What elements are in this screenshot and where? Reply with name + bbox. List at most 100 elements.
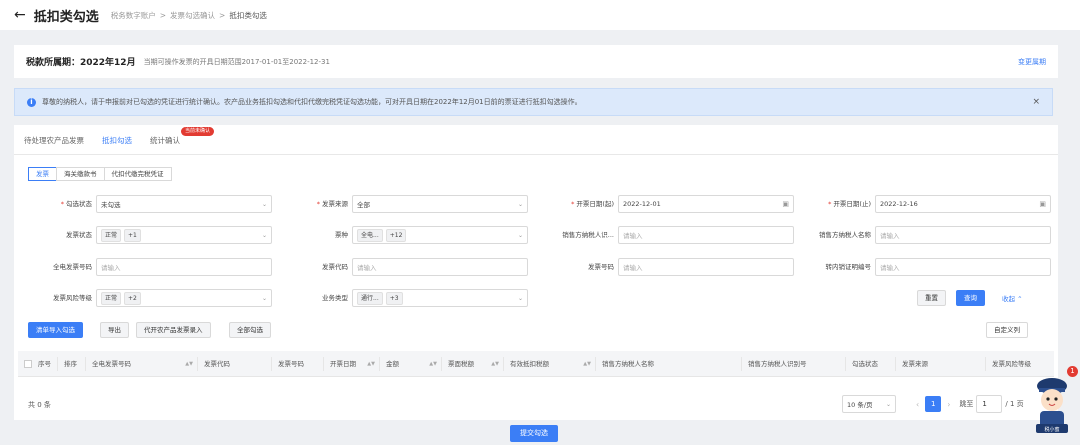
col-header[interactable]: 全电发票号码 ▲▼ <box>86 356 198 371</box>
invoice-source-value: 全部 <box>357 201 370 209</box>
unconfirmed-badge: 当前未确认 <box>181 127 215 136</box>
ticket-type-label: 票种 <box>335 231 348 239</box>
notification-badge: 1 <box>1067 366 1078 377</box>
chevron-down-icon: ⌄ <box>517 294 523 302</box>
chevron-down-icon: ⌄ <box>885 400 891 408</box>
breadcrumb-current: 抵扣类勾选 <box>229 10 267 20</box>
col-header[interactable]: 有效抵扣税额 ▲▼ <box>504 356 596 371</box>
business-type-label: 业务类型 <box>322 294 348 302</box>
change-period-link[interactable]: 变更属期 <box>1018 57 1046 67</box>
more-tag: +1 <box>124 228 141 242</box>
sort-icon: ▲▼ <box>429 360 437 367</box>
invoice-status-select[interactable]: 正常 +1 ⌄ <box>96 226 272 244</box>
col-header: 发票风险等级 <box>992 359 1031 368</box>
chevron-down-icon: ⌄ <box>261 294 267 302</box>
page-number[interactable]: 1 <box>925 396 942 412</box>
subtab-invoice[interactable]: 发票 <box>28 167 57 181</box>
check-status-label: * 勾选状态 <box>60 200 92 208</box>
tab-stat-confirm[interactable]: 统计确认 当前未确认 <box>150 127 215 155</box>
pagination: 10 条/页 ⌄ ‹ 1 › 跳至 1 / 1 页 <box>842 395 1027 413</box>
agri-invoice-entry-button[interactable]: 代开农产品发票录入 <box>136 322 211 338</box>
seller-tax-id-label: 销售方纳税人识... <box>562 231 614 239</box>
calendar-icon: ▣ <box>782 200 789 208</box>
reset-button[interactable]: 重置 <box>917 290 946 306</box>
select-all-checkbox[interactable] <box>18 357 32 371</box>
next-page-icon[interactable]: › <box>947 400 950 409</box>
filter-row: 全电发票号码 请输入 发票代码 请输入 发票号码 请输入 转内销证明编号 请输入 <box>14 258 1058 276</box>
export-button[interactable]: 导出 <box>100 322 129 338</box>
tax-period-range: 当期可操作发票的开具日期范围2017-01-01至2022-12-31 <box>143 57 330 66</box>
col-header: 销售方纳税人识别号 <box>742 356 846 371</box>
back-arrow-icon[interactable]: ← <box>14 7 26 23</box>
chevron-up-icon: ⌃ <box>1017 295 1023 303</box>
goto-page-input[interactable]: 1 <box>976 395 1003 413</box>
business-type-select[interactable]: 通行... +3 ⌄ <box>352 289 528 307</box>
assistant-mascot-icon[interactable]: 税小蜜 <box>1030 372 1074 436</box>
sort-icon: ▲▼ <box>583 360 591 367</box>
col-header: 发票号码 <box>272 356 324 371</box>
seller-name-input[interactable]: 请输入 <box>875 226 1051 244</box>
date-start-label: * 开票日期(起) <box>571 200 614 208</box>
tab-pending-agri[interactable]: 待处理农产品发票 <box>24 133 84 155</box>
prev-page-icon[interactable]: ‹ <box>916 400 919 409</box>
select-all-button[interactable]: 全部勾选 <box>229 322 271 338</box>
tab-stat-confirm-label: 统计确认 <box>150 136 180 145</box>
invoice-code-input[interactable]: 请输入 <box>352 258 528 276</box>
ticket-type-select[interactable]: 全电... +12 ⌄ <box>352 226 528 244</box>
col-header: 勾选状态 <box>846 356 896 371</box>
full-invoice-no-input[interactable]: 请输入 <box>96 258 272 276</box>
col-header[interactable]: 金额 ▲▼ <box>380 356 442 371</box>
invoice-no-label: 发票号码 <box>588 263 614 271</box>
breadcrumb-separator: > <box>219 10 226 20</box>
invoice-source-label: * 发票来源 <box>316 200 348 208</box>
date-start-picker[interactable]: 2022-12-01 ▣ <box>618 195 794 213</box>
sort-icon: ▲▼ <box>185 360 193 367</box>
close-icon[interactable]: × <box>1032 97 1040 107</box>
collapse-link[interactable]: 收起 ⌃ <box>1002 293 1023 303</box>
invoice-code-label: 发票代码 <box>322 263 348 271</box>
subtab-group: 发票 海关缴款书 代扣代缴完税凭证 <box>28 167 172 181</box>
date-end-picker[interactable]: 2022-12-16 ▣ <box>875 195 1051 213</box>
invoice-no-input[interactable]: 请输入 <box>618 258 794 276</box>
more-tag: +12 <box>385 228 407 242</box>
filter-row: 发票风险等级 正常 +2 ⌄ 业务类型 通行... +3 ⌄ 重置 查询 收起 … <box>14 289 1058 307</box>
table-header: 序号 排序 全电发票号码 ▲▼ 发票代码 发票号码 开票日期 ▲▼ 金额 ▲▼ 票面税… <box>18 351 1054 377</box>
col-header: 销售方纳税人名称 <box>596 356 742 371</box>
seller-name-label: 销售方纳税人名称 <box>819 231 871 239</box>
col-header: 发票代码 <box>198 356 272 371</box>
invoice-source-select[interactable]: 全部 ⌄ <box>352 195 528 213</box>
page-size-select[interactable]: 10 条/页 ⌄ <box>842 395 896 413</box>
import-select-button[interactable]: 清单导入勾选 <box>28 322 83 338</box>
filter-row: 发票状态 正常 +1 ⌄ 票种 全电... +12 ⌄ 销售方纳税人识... 请… <box>14 226 1058 244</box>
full-invoice-no-label: 全电发票号码 <box>53 263 92 271</box>
filter-row: * 勾选状态 未勾选 ⌄ * 发票来源 全部 ⌄ * 开票日期(起) 2022-12-… <box>14 195 1058 213</box>
check-status-select[interactable]: 未勾选 ⌄ <box>96 195 272 213</box>
selected-tag: 通行... <box>357 291 383 305</box>
transfer-no-input[interactable]: 请输入 <box>875 258 1051 276</box>
subtab-withholding-cert[interactable]: 代扣代缴完税凭证 <box>103 167 172 181</box>
seller-tax-id-input[interactable]: 请输入 <box>618 226 794 244</box>
custom-columns-button[interactable]: 自定义列 <box>986 322 1028 338</box>
query-button[interactable]: 查询 <box>956 290 985 306</box>
more-tag: +2 <box>124 291 141 305</box>
submit-selection-button[interactable]: 提交勾选 <box>510 425 558 442</box>
sort-icon: ▲▼ <box>491 360 499 367</box>
info-alert: i 尊敬的纳税人，请于申报前对已勾选的凭证进行统计确认。农产品业务抵扣勾选和代扣… <box>14 88 1053 116</box>
top-bar: ← 抵扣类勾选 税务数字账户 > 发票勾选确认 > 抵扣类勾选 <box>0 0 1080 30</box>
risk-level-select[interactable]: 正常 +2 ⌄ <box>96 289 272 307</box>
breadcrumb-item[interactable]: 税务数字账户 <box>111 11 156 20</box>
selected-tag: 全电... <box>357 228 383 242</box>
tax-period-label: 税款所属期：2022年12月 <box>26 58 136 68</box>
breadcrumb-item[interactable]: 发票勾选确认 <box>170 11 215 20</box>
tab-bar: 待处理农产品发票 抵扣勾选 统计确认 当前未确认 <box>24 127 215 155</box>
col-header[interactable]: 票面税额 ▲▼ <box>442 356 504 371</box>
seller-name-placeholder: 请输入 <box>880 232 900 240</box>
tab-deduction-select[interactable]: 抵扣勾选 <box>102 133 132 155</box>
check-status-value: 未勾选 <box>101 201 121 209</box>
col-header: 序号 <box>32 356 58 371</box>
invoice-status-label: 发票状态 <box>66 231 92 239</box>
tab-divider <box>14 154 1058 155</box>
col-header[interactable]: 开票日期 ▲▼ <box>324 356 380 371</box>
subtab-customs-payment[interactable]: 海关缴款书 <box>56 167 105 181</box>
chevron-down-icon: ⌄ <box>261 231 267 239</box>
